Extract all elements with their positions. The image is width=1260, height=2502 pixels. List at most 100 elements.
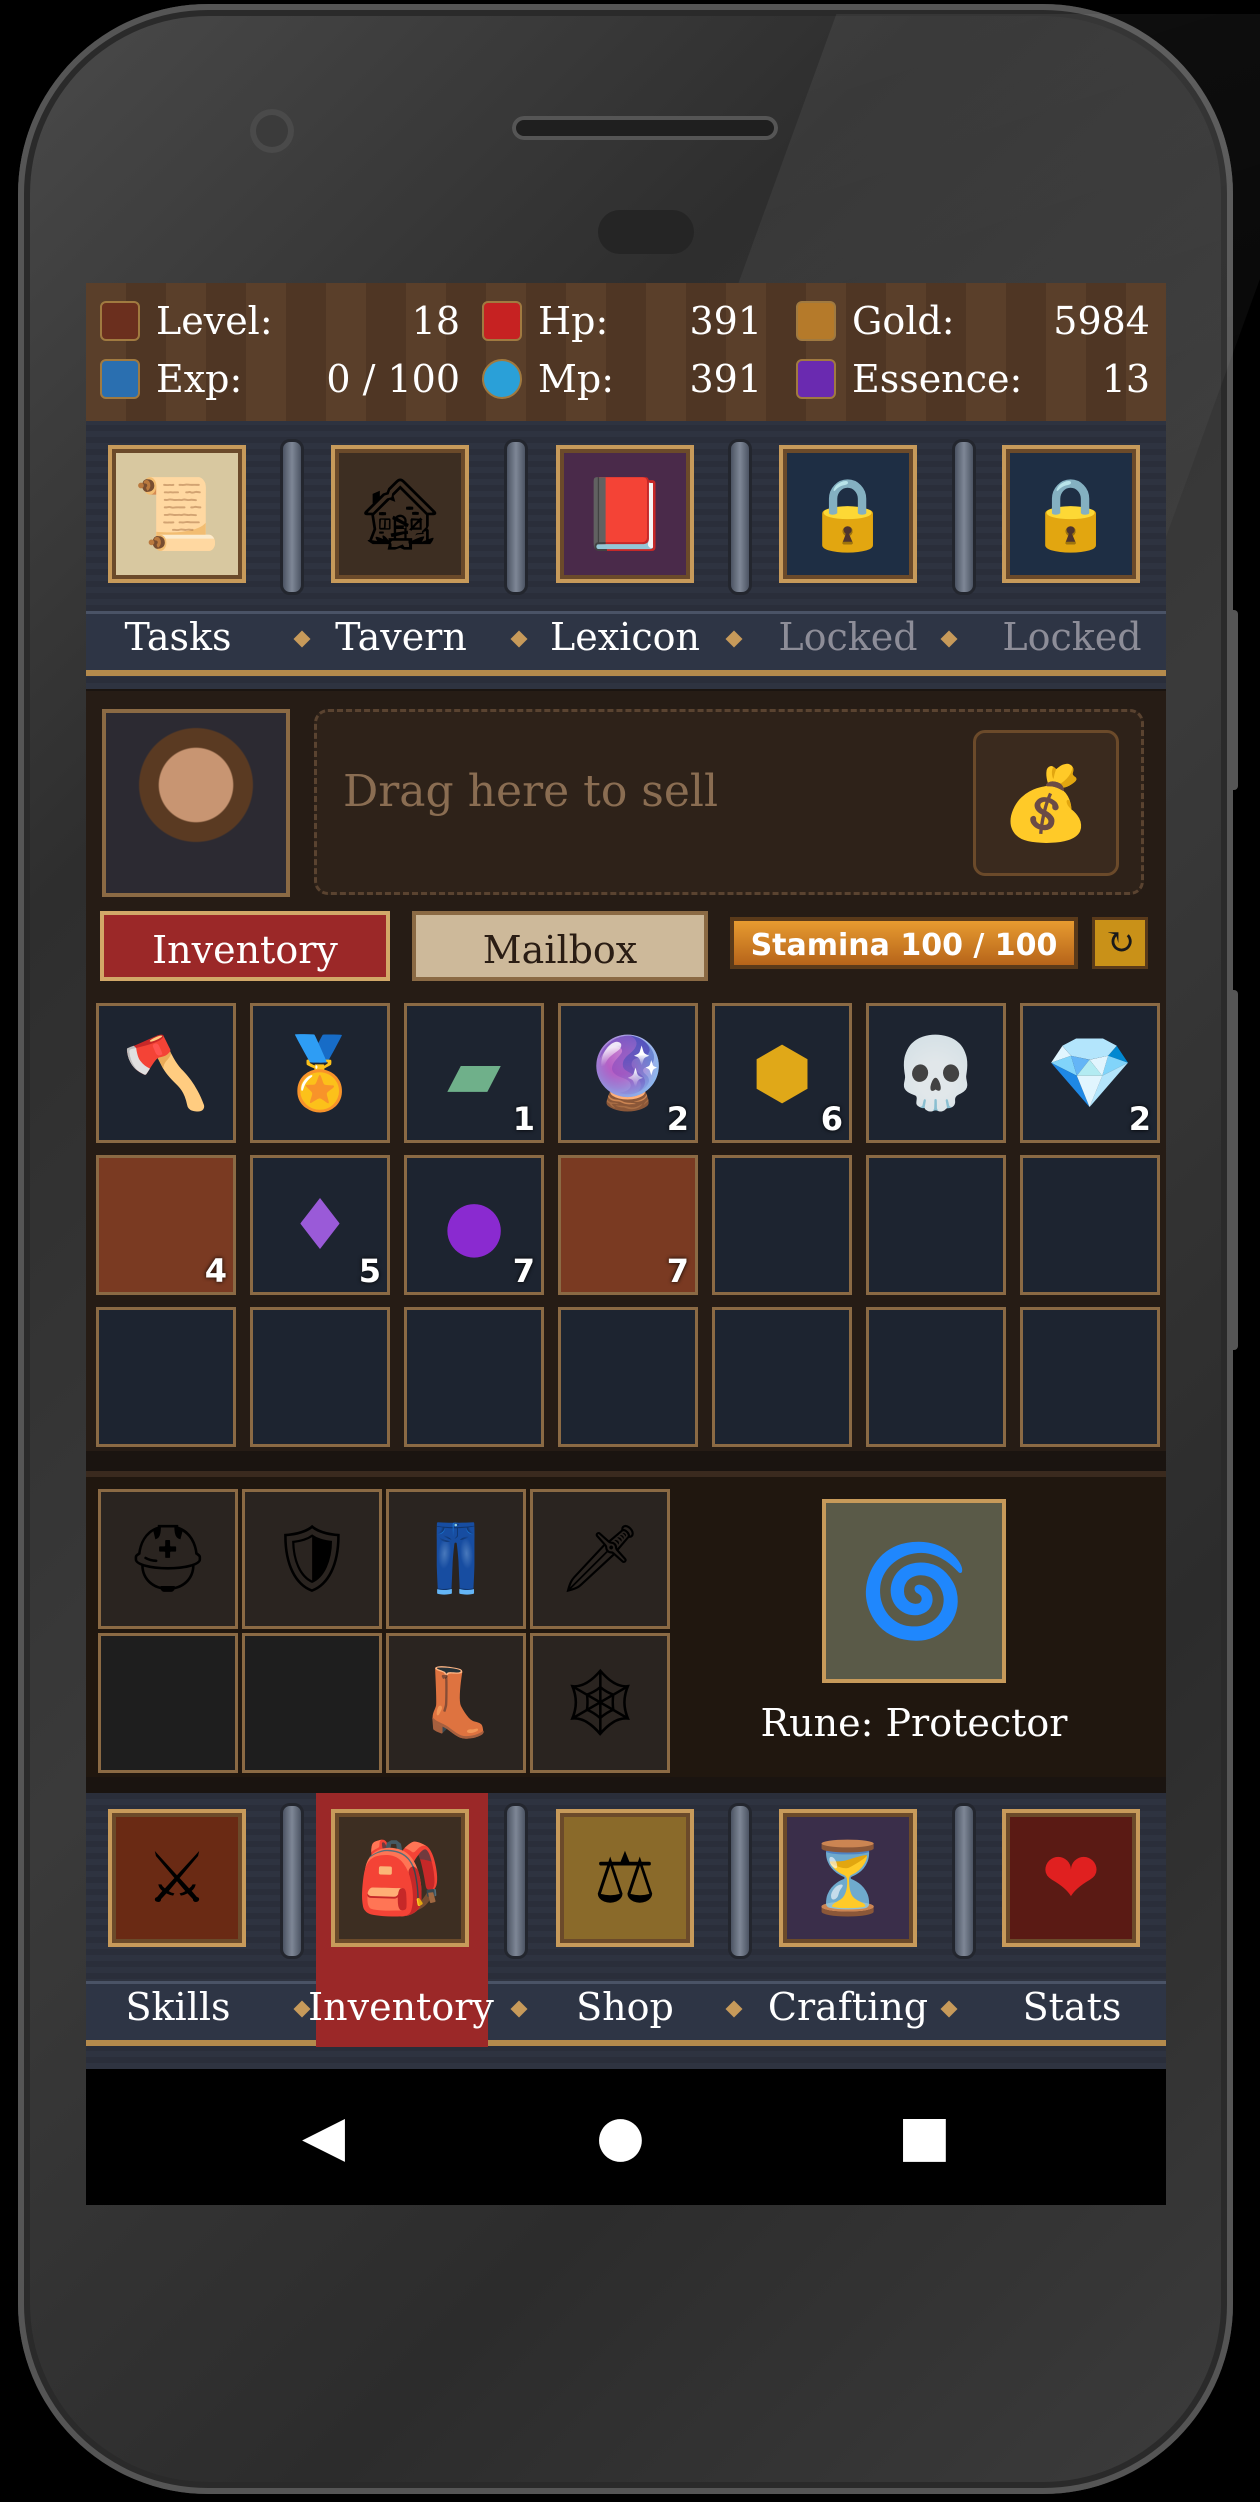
nav-label-shop[interactable]: Shop <box>525 1985 725 2029</box>
nav-separator <box>728 439 752 595</box>
inventory-slot[interactable]: 🏅 <box>250 1003 390 1143</box>
rune-slot[interactable]: 🌀 <box>822 1499 1006 1683</box>
stat-value: 5984 <box>1053 299 1150 343</box>
inventory-slot[interactable]: 7 <box>558 1155 698 1295</box>
inventory-slot[interactable]: ● 7 <box>404 1155 544 1295</box>
helmet-slot[interactable]: ⛑ <box>98 1489 238 1629</box>
tasks-button[interactable]: 📜 <box>108 445 246 583</box>
nav-separator <box>504 1803 528 1959</box>
inventory-slot[interactable]: 🪓 <box>96 1003 236 1143</box>
nav-label-stats[interactable]: Stats <box>972 1985 1166 2029</box>
heart-icon <box>482 301 522 341</box>
back-icon[interactable]: ◀ <box>302 2109 345 2165</box>
legs-slot[interactable]: 👖 <box>386 1489 526 1629</box>
stat-label: Hp: <box>538 299 609 343</box>
empty-slot[interactable] <box>96 1307 236 1447</box>
rune-stone-icon: 🌀 <box>857 1538 971 1644</box>
inventory-slot[interactable]: 4 <box>96 1155 236 1295</box>
level-icon <box>100 301 140 341</box>
empty-slot[interactable] <box>712 1307 852 1447</box>
nav-label-lexicon[interactable]: Lexicon <box>525 615 725 659</box>
chest-armor-icon: 🛡 <box>270 1520 354 1597</box>
glove-slot[interactable] <box>242 1633 382 1773</box>
stat-essence: Essence: 13 <box>796 351 1150 407</box>
inventory-button[interactable]: 🎒 <box>331 1809 469 1947</box>
locked-button-1[interactable]: 🔒 <box>779 445 917 583</box>
stat-level: Level: 18 <box>100 293 460 349</box>
empty-slot[interactable] <box>866 1307 1006 1447</box>
tab-mailbox[interactable]: Mailbox <box>412 911 708 981</box>
stat-exp: Exp: 0 / 100 <box>100 351 460 407</box>
leg-armor-icon: 👖 <box>414 1520 498 1597</box>
empty-slot[interactable] <box>1020 1155 1160 1295</box>
empty-slot[interactable] <box>866 1155 1006 1295</box>
battle-axe-icon: 🪓 <box>122 1031 210 1114</box>
inventory-slot[interactable]: 💎 2 <box>1020 1003 1160 1143</box>
empty-slot[interactable] <box>712 1155 852 1295</box>
lexicon-button[interactable]: 📕 <box>556 445 694 583</box>
skills-button[interactable]: ⚔ <box>108 1809 246 1947</box>
stats-bar: Level: 18 Exp: 0 / 100 Hp: 391 Mp: 391 G… <box>86 283 1166 425</box>
rune-label: Rune: Protector <box>760 1701 1068 1745</box>
amethyst-crystal-icon: ♦ <box>288 1184 352 1266</box>
inventory-slot[interactable]: ▰ 1 <box>404 1003 544 1143</box>
tab-inventory[interactable]: Inventory <box>100 911 390 981</box>
nav-label-tasks[interactable]: Tasks <box>86 615 278 659</box>
recents-icon[interactable]: ■ <box>898 2109 951 2165</box>
inventory-slot[interactable]: 🔮 2 <box>558 1003 698 1143</box>
stamina-bar: Stamina 100 / 100 <box>730 917 1078 969</box>
inventory-slot[interactable]: ⬢ 6 <box>712 1003 852 1143</box>
shoulder-slot[interactable] <box>98 1633 238 1773</box>
item-count: 4 <box>204 1252 227 1290</box>
jade-ingot-icon: ▰ <box>447 1032 501 1114</box>
empty-slot[interactable] <box>558 1307 698 1447</box>
inventory-slot[interactable]: 💀 <box>866 1003 1006 1143</box>
crafting-button[interactable]: ⏳ <box>779 1809 917 1947</box>
weapon-slot[interactable]: 🗡 <box>530 1489 670 1629</box>
hero-portrait[interactable] <box>102 709 290 897</box>
nav-label-crafting[interactable]: Crafting <box>748 1985 948 2029</box>
empty-slot[interactable] <box>404 1307 544 1447</box>
shop-button[interactable]: ⚖ <box>556 1809 694 1947</box>
stat-label: Essence: <box>852 357 1023 401</box>
chest-slot[interactable]: 🛡 <box>242 1489 382 1629</box>
sell-drop-zone[interactable]: Drag here to sell 💰 <box>314 709 1144 895</box>
amber-gem-icon: ⬢ <box>751 1032 813 1114</box>
trinket-slot[interactable]: 🕸 <box>530 1633 670 1773</box>
dreamcatcher-icon: 🕸 <box>558 1664 642 1741</box>
stat-value: 391 <box>689 299 762 343</box>
item-count: 5 <box>358 1252 381 1290</box>
locked-button-2[interactable]: 🔒 <box>1002 445 1140 583</box>
stat-hp: Hp: 391 <box>482 293 762 349</box>
boots-slot[interactable]: 👢 <box>386 1633 526 1773</box>
nav-separator <box>952 1803 976 1959</box>
nav-separator <box>280 1803 304 1959</box>
exp-icon <box>100 359 140 399</box>
power-button <box>1228 990 1238 1350</box>
home-icon[interactable]: ● <box>596 2109 645 2165</box>
purple-orb-icon: ● <box>443 1184 505 1266</box>
inventory-slot[interactable]: ♦ 5 <box>250 1155 390 1295</box>
stat-gold: Gold: 5984 <box>796 293 1150 349</box>
nav-label-skills[interactable]: Skills <box>86 1985 278 2029</box>
nav-label-locked[interactable]: Locked <box>748 615 948 659</box>
item-count: 6 <box>820 1100 843 1138</box>
volume-button <box>1228 610 1238 790</box>
tavern-button[interactable]: 🏚 <box>331 445 469 583</box>
front-camera <box>250 109 294 153</box>
backpack-icon: 🎒 <box>356 1836 444 1919</box>
earpiece-speaker <box>512 116 778 140</box>
nav-separator <box>504 439 528 595</box>
refresh-icon[interactable]: ↻ <box>1092 917 1148 969</box>
empty-slot[interactable] <box>1020 1307 1160 1447</box>
nav-label-tavern[interactable]: Tavern <box>301 615 501 659</box>
money-bag-icon: 💰 <box>973 730 1119 876</box>
padlock-icon: 🔒 <box>1027 472 1115 555</box>
stats-button[interactable]: ❤ <box>1002 1809 1140 1947</box>
stat-label: Mp: <box>538 357 615 401</box>
nav-label-inventory[interactable]: Inventory <box>301 1985 501 2029</box>
empty-slot[interactable] <box>250 1307 390 1447</box>
hourglass-icon: ⏳ <box>804 1836 892 1919</box>
nav-separator <box>728 1803 752 1959</box>
nav-label-locked[interactable]: Locked <box>972 615 1166 659</box>
